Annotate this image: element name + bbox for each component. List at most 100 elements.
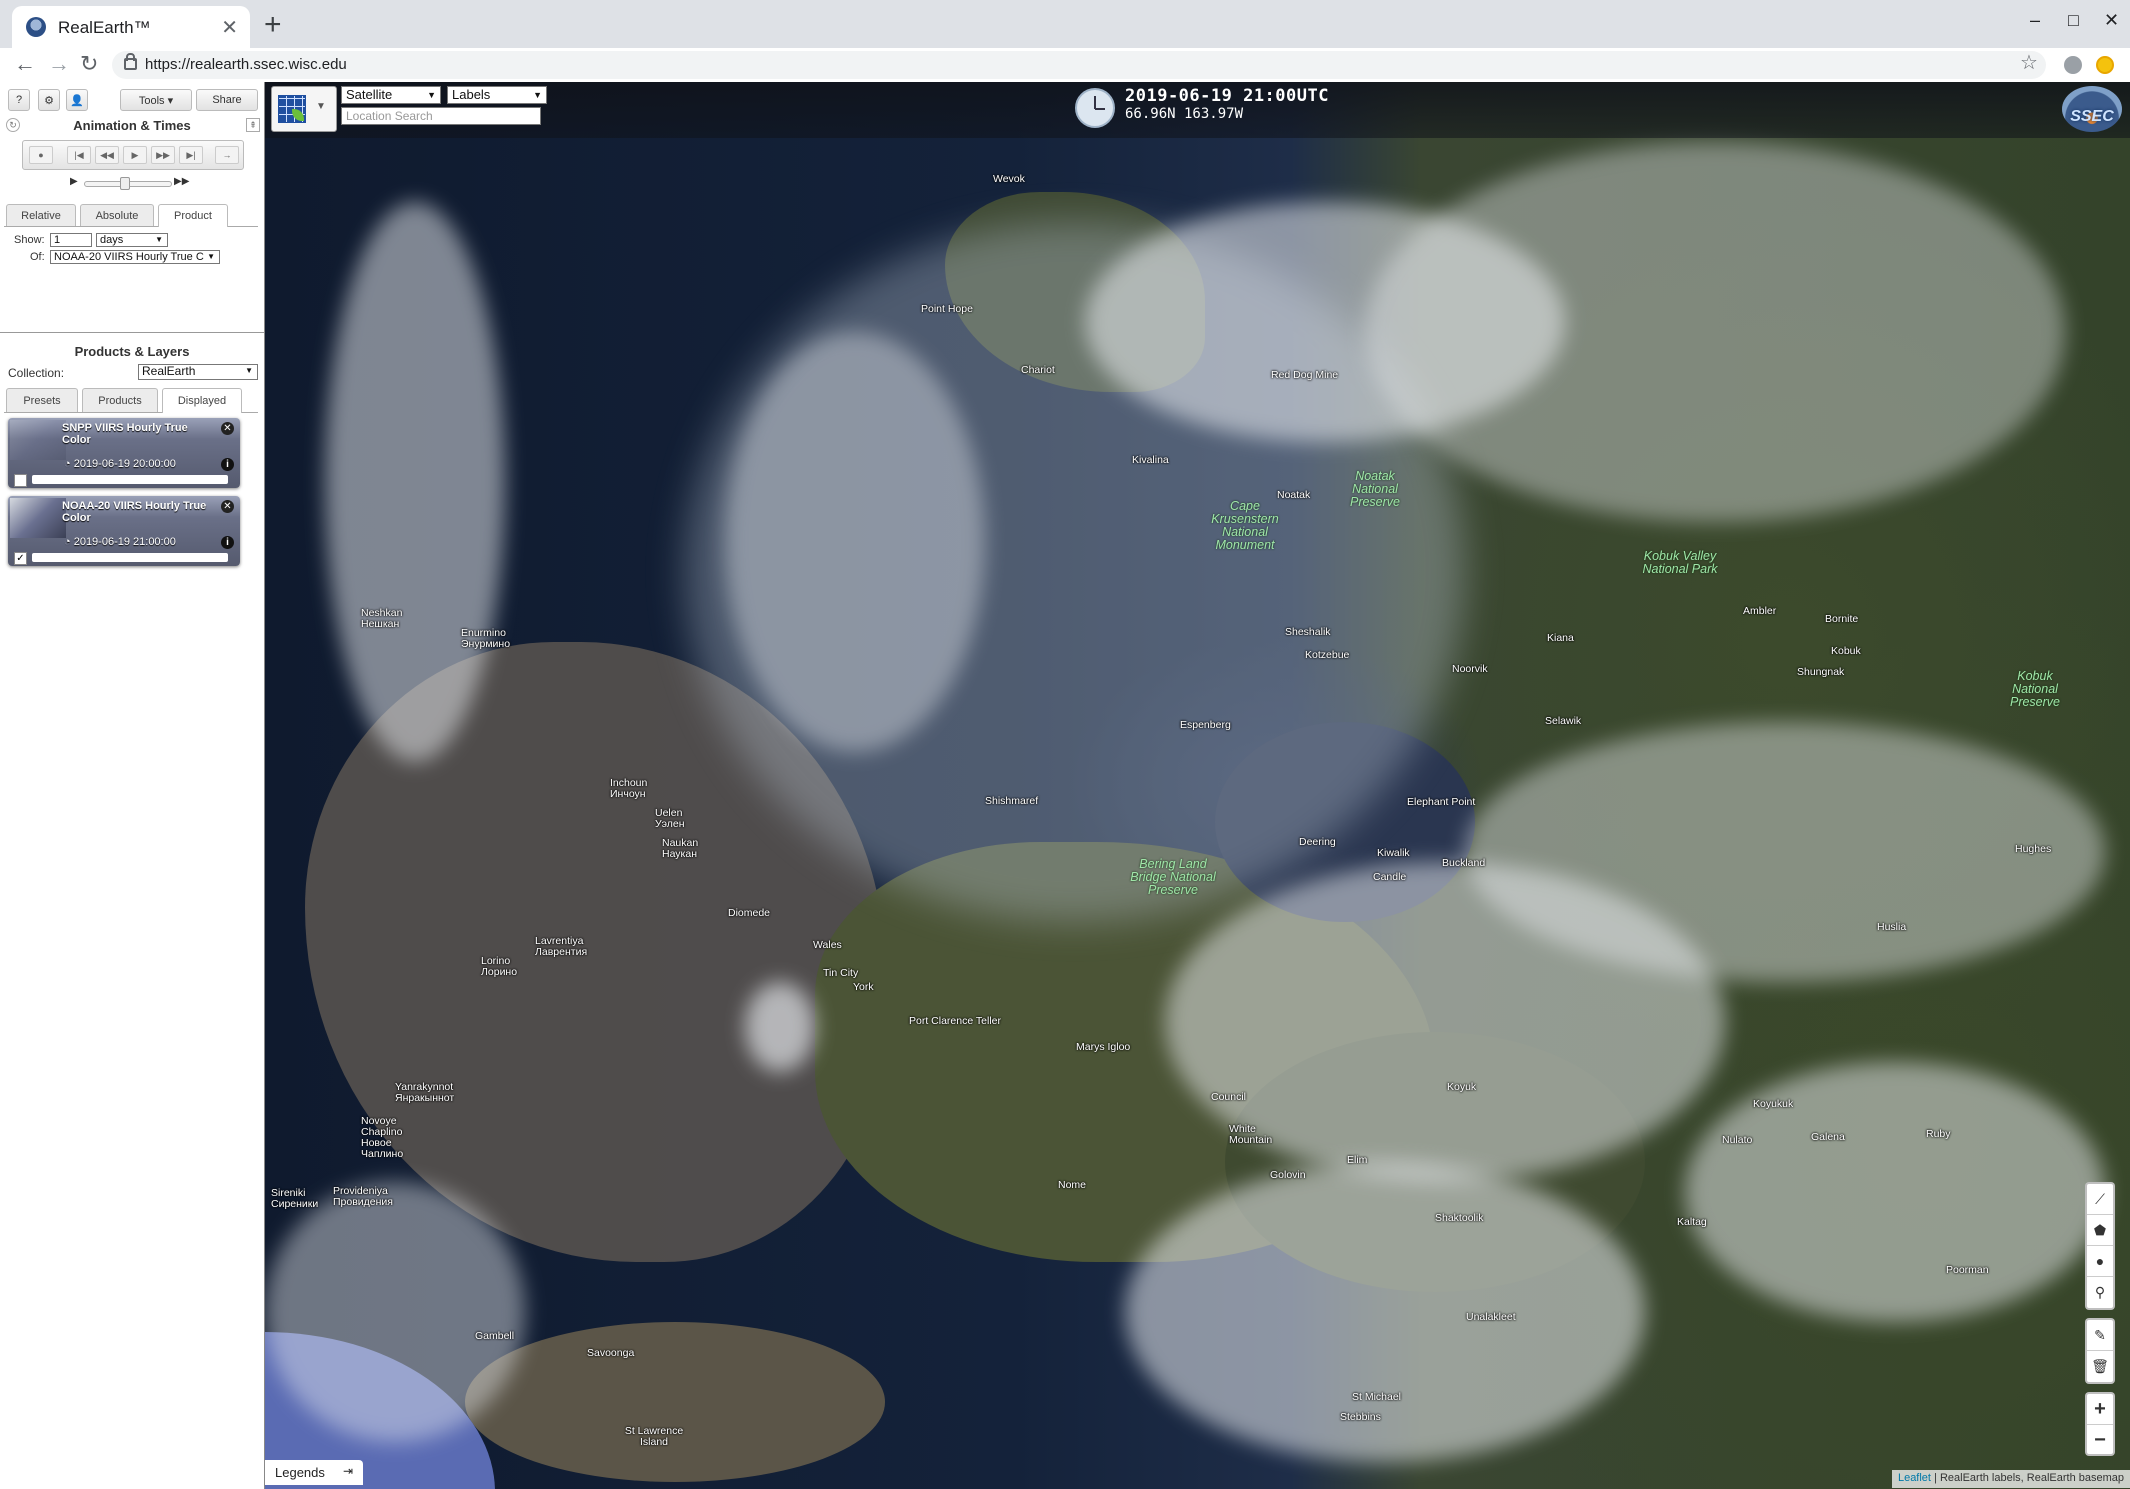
place-label: St Michael (1352, 1391, 1402, 1403)
url-text[interactable]: https://realearth.ssec.wisc.edu (145, 56, 347, 73)
maximize-button[interactable]: □ (2068, 10, 2079, 31)
tab-product[interactable]: Product (158, 204, 228, 227)
show-count-input[interactable]: 1 (50, 233, 92, 247)
tab-presets[interactable]: Presets (6, 388, 78, 412)
share-button[interactable]: Share (196, 89, 258, 111)
layer-card[interactable]: SNPP VIIRS Hourly True Color ◔ 2019-06-1… (8, 418, 240, 488)
show-unit-select[interactable]: days ▼ (96, 233, 168, 247)
slow-icon: ▶ (70, 176, 78, 187)
pin-icon[interactable]: ⇥ (343, 1464, 353, 1478)
tab-absolute[interactable]: Absolute (80, 204, 154, 226)
draw-circle-icon[interactable]: ● (2087, 1246, 2113, 1277)
draw-marker-icon[interactable]: ⚲ (2087, 1277, 2113, 1307)
map-view[interactable]: Wevok Point Hope Chariot Red Dog Mine Ki… (265, 82, 2130, 1489)
location-search-input[interactable]: Location Search (341, 107, 541, 125)
layer-time-value: 2019-06-19 20:00:00 (73, 458, 176, 470)
place-label: Diomede (728, 907, 771, 919)
leaflet-link[interactable]: Leaflet (1898, 1472, 1931, 1484)
extension-icon[interactable] (2096, 56, 2114, 74)
place-label: Point Hope (921, 303, 973, 315)
profile-avatar-icon[interactable] (2064, 56, 2082, 74)
place-label: Shishmaref (985, 795, 1039, 807)
place-label: Chariot (1021, 364, 1055, 376)
draw-polygon-icon[interactable]: ⬟ (2087, 1215, 2113, 1246)
layer-switcher-button[interactable]: ▼ (271, 86, 337, 132)
draw-line-icon[interactable]: ⟋ (2087, 1184, 2113, 1215)
trash-icon[interactable]: 🗑 (2087, 1351, 2113, 1381)
collection-select[interactable]: RealEarth ▼ (138, 364, 258, 380)
tab-product-label: Product (174, 210, 212, 222)
zoom-in-button[interactable]: + (2087, 1394, 2113, 1425)
clock-button-icon[interactable]: ● (29, 146, 53, 164)
remove-layer-icon[interactable]: ✕ (221, 422, 234, 435)
browser-toolbar: ← → ↻ https://realearth.ssec.wisc.edu ☆ (0, 48, 2130, 83)
reload-icon[interactable]: ↻ (80, 51, 98, 77)
place-label: Inchoun Инчоун (610, 777, 648, 800)
place-label: Lavrentiya Лаврентия (535, 935, 588, 958)
tools-button[interactable]: Tools ▾ (120, 89, 192, 111)
user-button[interactable]: 👤 (66, 89, 88, 111)
layer-time: ◔ 2019-06-19 21:00:00 (64, 536, 176, 548)
layer-info-icon[interactable]: i (221, 536, 234, 549)
time-mode-tabs: Relative Absolute Product (4, 204, 258, 227)
animation-title: Animation & Times (73, 118, 191, 133)
layer-visibility-checkbox[interactable] (14, 474, 27, 487)
remove-layer-icon[interactable]: ✕ (221, 500, 234, 513)
browser-tab[interactable]: RealEarth™ ✕ (12, 6, 250, 48)
clock-icon[interactable] (1075, 88, 1115, 128)
tab-relative[interactable]: Relative (6, 204, 76, 226)
layer-opacity-slider[interactable] (32, 475, 228, 484)
forward-arrow-icon[interactable]: → (48, 51, 70, 77)
show-label: Show: (14, 234, 45, 246)
of-product-select[interactable]: NOAA-20 VIIRS Hourly True C ▼ (50, 250, 220, 264)
back-arrow-icon[interactable]: ← (14, 51, 36, 77)
place-label: Poorman (1946, 1264, 1989, 1276)
place-label: Nome (1058, 1179, 1087, 1191)
address-bar[interactable]: https://realearth.ssec.wisc.edu (112, 51, 2046, 79)
place-label: Selawik (1545, 715, 1582, 727)
new-tab-button[interactable]: + (264, 8, 282, 42)
tab-displayed[interactable]: Displayed (162, 388, 242, 413)
collapse-icon[interactable]: ⇞ (246, 118, 260, 132)
bookmark-star-icon[interactable]: ☆ (2020, 50, 2038, 75)
place-label: Port Clarence Teller (909, 1015, 1002, 1027)
cloud-band (745, 982, 815, 1072)
place-label: Marys Igloo (1076, 1041, 1131, 1053)
lock-icon (124, 53, 137, 70)
zoom-out-button[interactable]: − (2087, 1425, 2113, 1455)
first-frame-icon[interactable]: |◀ (67, 146, 91, 164)
speed-slider-handle[interactable] (120, 177, 130, 190)
place-label: Buckland (1442, 857, 1486, 869)
edit-icon[interactable]: ✎ (2087, 1320, 2113, 1351)
settings-button[interactable]: ⚙ (38, 89, 60, 111)
last-frame-icon[interactable]: ▶| (179, 146, 203, 164)
step-forward-icon[interactable]: ▶▶ (151, 146, 175, 164)
ssec-logo[interactable]: SSEC (2062, 86, 2122, 132)
place-label: Wevok (993, 173, 1025, 185)
layer-opacity-slider[interactable] (32, 553, 228, 562)
layer-visibility-checkbox[interactable]: ✓ (14, 552, 27, 565)
basemap-select[interactable]: Satellite ▼ (341, 86, 441, 104)
layer-info-icon[interactable]: i (221, 458, 234, 471)
of-label: Of: (30, 251, 45, 263)
tab-products[interactable]: Products (82, 388, 158, 412)
place-label: Naukan Наукан (662, 837, 699, 860)
overlay-select[interactable]: Labels ▼ (447, 86, 547, 104)
next-icon[interactable]: → (215, 146, 239, 164)
speed-slider[interactable]: ▶ ▶▶ (70, 176, 220, 190)
place-label: St Lawrence Island (624, 1425, 684, 1448)
cursor-coordinates: 66.96N 163.97W (1125, 106, 1244, 122)
close-window-button[interactable]: ✕ (2104, 10, 2119, 31)
legends-tab[interactable]: Legends ⇥ (265, 1460, 363, 1485)
place-label: Wales (813, 939, 842, 951)
place-label: Tin City (823, 967, 859, 979)
play-icon[interactable]: ▶ (123, 146, 147, 164)
dropdown-arrow-icon: ▼ (316, 101, 326, 112)
step-back-icon[interactable]: ◀◀ (95, 146, 119, 164)
park-label: Kobuk Valley National Park (1642, 549, 1718, 576)
tab-close-icon[interactable]: ✕ (221, 15, 238, 40)
layer-card[interactable]: NOAA-20 VIIRS Hourly True Color ◔ 2019-0… (8, 496, 240, 566)
minimize-button[interactable]: – (2030, 10, 2040, 31)
help-button[interactable]: ? (8, 89, 30, 111)
park-label: Noatak National Preserve (1349, 469, 1401, 509)
